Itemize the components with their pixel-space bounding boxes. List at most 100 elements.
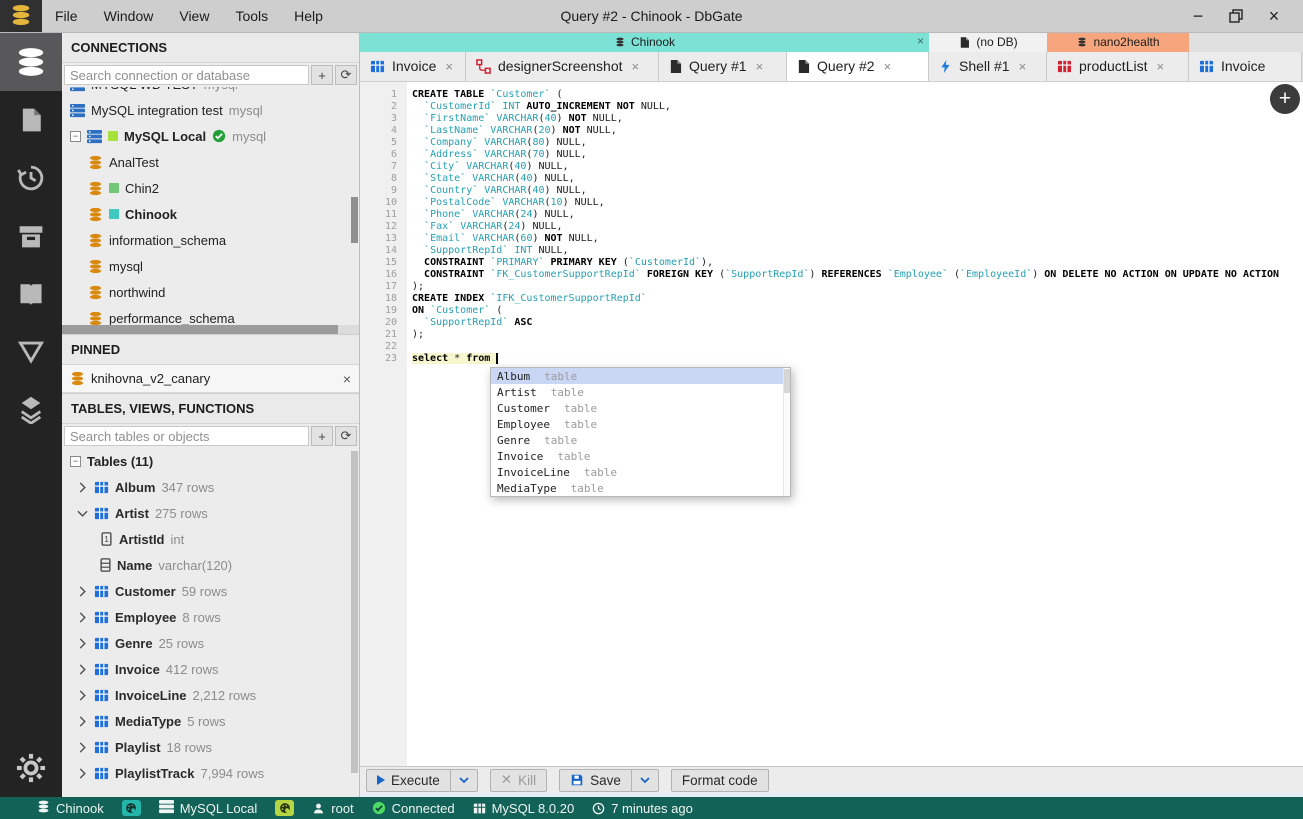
menu-window[interactable]: Window xyxy=(91,0,167,32)
suggestion-item[interactable]: MediaType table xyxy=(491,480,783,496)
table-icon xyxy=(94,662,109,677)
suggestion-item[interactable]: Artist table xyxy=(491,384,783,400)
save-dropdown-button[interactable] xyxy=(631,768,659,792)
table-item[interactable]: Artist 275 rows xyxy=(62,500,359,526)
tables-vertical-scrollbar[interactable] xyxy=(351,451,358,773)
collapse-expander[interactable]: − xyxy=(70,130,81,142)
collapse-expander[interactable]: − xyxy=(70,455,81,467)
table-item[interactable]: Genre 25 rows xyxy=(62,630,359,656)
tab-group-header[interactable]: Chinook × xyxy=(360,33,929,52)
tab-invoice[interactable]: Invoice × xyxy=(360,51,466,81)
execute-dropdown-button[interactable] xyxy=(450,768,478,792)
connection-item[interactable]: MYSQL WD TEST mysql xyxy=(62,87,359,97)
menu-file[interactable]: File xyxy=(42,0,91,32)
suggestion-item[interactable]: Customer table xyxy=(491,400,783,416)
column-item[interactable]: Name varchar(120) xyxy=(62,552,359,578)
connection-item[interactable]: AnalTest xyxy=(62,149,359,175)
table-item[interactable]: Employee 8 rows xyxy=(62,604,359,630)
tab-query-2[interactable]: Query #2 × xyxy=(787,51,929,81)
tab-group-header[interactable]: (no DB) xyxy=(929,33,1047,52)
autocomplete-scrollbar[interactable] xyxy=(783,368,790,496)
refresh-connections-button[interactable]: ⟳ xyxy=(335,65,357,85)
connection-item[interactable]: Chinook xyxy=(62,201,359,227)
chevron-right-icon[interactable] xyxy=(76,715,88,727)
add-table-button[interactable]: + xyxy=(311,426,333,446)
connections-vertical-scrollbar[interactable] xyxy=(351,197,358,243)
tab-invoice[interactable]: Invoice xyxy=(1189,51,1302,81)
tab-productlist[interactable]: productList × xyxy=(1047,51,1189,81)
connection-item[interactable]: − MySQL Local mysql xyxy=(62,123,359,149)
menu-view[interactable]: View xyxy=(166,0,222,32)
file-dark-icon xyxy=(669,59,682,74)
kill-button[interactable]: ✕ Kill xyxy=(489,768,548,792)
rail-filter-icon[interactable] xyxy=(0,323,62,381)
close-button[interactable]: × xyxy=(1259,3,1289,29)
rail-history-icon[interactable] xyxy=(0,149,62,207)
table-item[interactable]: PlaylistTrack 7,994 rows xyxy=(62,760,359,786)
rail-layers-icon[interactable] xyxy=(0,381,62,439)
chevron-right-icon[interactable] xyxy=(76,585,88,597)
close-group-button[interactable]: × xyxy=(917,34,924,48)
menu-help[interactable]: Help xyxy=(281,0,336,32)
suggestion-item[interactable]: Employee table xyxy=(491,416,783,432)
close-tab-button[interactable]: × xyxy=(632,59,640,74)
rail-database-icon[interactable] xyxy=(0,33,62,91)
connection-item[interactable]: northwind xyxy=(62,279,359,305)
close-tab-button[interactable]: × xyxy=(756,59,764,74)
tables-root[interactable]: − Tables (11) xyxy=(62,448,359,474)
unpin-button[interactable]: × xyxy=(343,371,351,387)
tables-search-input[interactable] xyxy=(64,426,309,446)
sql-editor[interactable]: 1 2 3 4 5 6 7 8 9 10 11 12 13 14 15 16 17 18 19 20 21 22 23 CR… xyxy=(360,82,1303,766)
chevron-right-icon[interactable] xyxy=(76,611,88,623)
suggestion-item[interactable]: Album table xyxy=(491,368,783,384)
minimize-button[interactable]: − xyxy=(1183,3,1213,29)
connection-item[interactable]: mysql xyxy=(62,253,359,279)
table-item[interactable]: InvoiceLine 2,212 rows xyxy=(62,682,359,708)
tab-designerscreenshot[interactable]: designerScreenshot × xyxy=(466,51,659,81)
connections-search-input[interactable] xyxy=(64,65,309,85)
rail-file-icon[interactable] xyxy=(0,91,62,149)
rail-archive-icon[interactable] xyxy=(0,207,62,265)
table-item[interactable]: MediaType 5 rows xyxy=(62,708,359,734)
close-tab-button[interactable]: × xyxy=(1019,59,1027,74)
chevron-right-icon[interactable] xyxy=(76,663,88,675)
execute-button[interactable]: Execute xyxy=(366,768,451,792)
menu-tools[interactable]: Tools xyxy=(222,0,281,32)
chevron-right-icon[interactable] xyxy=(76,741,88,753)
column-item[interactable]: 1 ArtistId int xyxy=(62,526,359,552)
restore-button[interactable] xyxy=(1221,3,1251,29)
tab-group-header[interactable]: nano2health xyxy=(1047,33,1189,52)
suggestion-item[interactable]: InvoiceLine table xyxy=(491,464,783,480)
close-tab-button[interactable]: × xyxy=(884,59,892,74)
rail-gear-icon[interactable] xyxy=(0,739,62,797)
table-item[interactable]: Invoice 412 rows xyxy=(62,656,359,682)
chevron-down-icon[interactable] xyxy=(76,507,88,519)
refresh-tables-button[interactable]: ⟳ xyxy=(335,426,357,446)
close-tab-button[interactable]: × xyxy=(1156,59,1164,74)
connection-item[interactable]: information_schema xyxy=(62,227,359,253)
suggestion-item[interactable]: Genre table xyxy=(491,432,783,448)
chevron-right-icon[interactable] xyxy=(76,481,88,493)
tab-shell-1[interactable]: Shell #1 × xyxy=(929,51,1047,81)
table-item[interactable]: Customer 59 rows xyxy=(62,578,359,604)
save-button[interactable]: Save xyxy=(559,768,632,792)
table-blue-icon xyxy=(370,59,385,74)
chevron-right-icon[interactable] xyxy=(76,689,88,701)
connection-item[interactable]: Chin2 xyxy=(62,175,359,201)
chevron-right-icon[interactable] xyxy=(76,767,88,779)
new-tab-button[interactable]: + xyxy=(1270,84,1300,114)
table-item[interactable]: Playlist 18 rows xyxy=(62,734,359,760)
table-item[interactable]: Album 347 rows xyxy=(62,474,359,500)
tables-search-row: + ⟳ xyxy=(62,424,359,448)
format-code-button[interactable]: Format code xyxy=(670,768,769,792)
connection-item[interactable]: MySQL integration test mysql xyxy=(62,97,359,123)
rail-book-icon[interactable] xyxy=(0,265,62,323)
tab-query-1[interactable]: Query #1 × xyxy=(659,51,787,81)
pinned-item[interactable]: knihovna_v2_canary × xyxy=(62,365,359,393)
chevron-right-icon[interactable] xyxy=(76,637,88,649)
connections-horizontal-scrollbar[interactable] xyxy=(62,325,359,334)
connection-item[interactable]: performance_schema xyxy=(62,305,359,325)
close-tab-button[interactable]: × xyxy=(445,59,453,74)
suggestion-item[interactable]: Invoice table xyxy=(491,448,783,464)
add-connection-button[interactable]: + xyxy=(311,65,333,85)
